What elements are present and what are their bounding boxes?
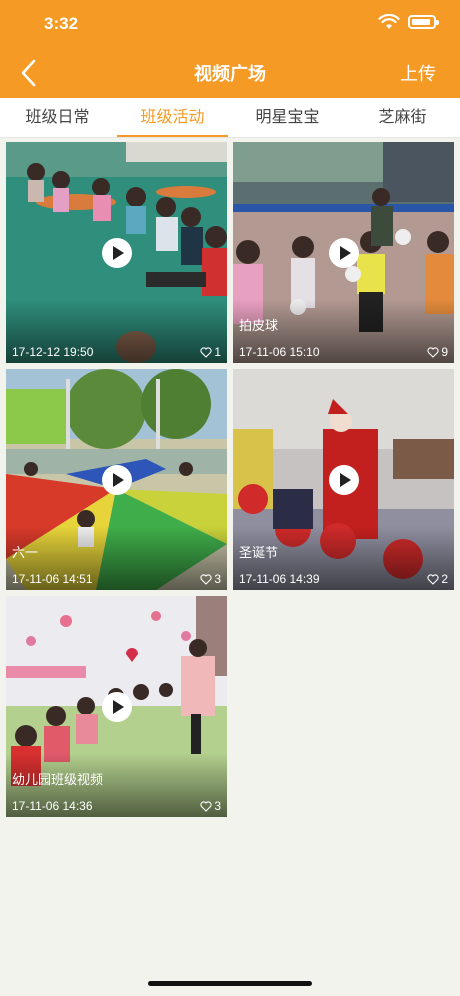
video-date: 17-11-06 14:51	[12, 572, 93, 586]
video-caption: 拍皮球	[239, 319, 279, 334]
video-date: 17-11-06 14:36	[12, 799, 93, 813]
play-icon	[101, 464, 132, 495]
battery-icon	[408, 15, 439, 29]
tab-star-baby[interactable]: 明星宝宝	[230, 98, 345, 137]
home-indicator[interactable]	[148, 981, 312, 986]
navigation-header: 3:32 视频广场 上传	[0, 0, 460, 98]
video-card[interactable]: 幼儿园班级视频 17-11-06 14:36 3	[6, 596, 227, 817]
video-card[interactable]: 六一 17-11-06 14:51 3	[6, 369, 227, 590]
play-icon	[101, 691, 132, 722]
like-count[interactable]: 9	[427, 345, 448, 359]
like-count[interactable]: 3	[200, 799, 221, 813]
tab-sesame-street[interactable]: 芝麻街	[345, 98, 460, 137]
heart-outline-icon	[427, 573, 439, 585]
heart-outline-icon	[200, 573, 212, 585]
video-card[interactable]: 17-12-12 19:50 1	[6, 142, 227, 363]
video-caption: 幼儿园班级视频	[12, 773, 104, 788]
like-count-value: 3	[214, 572, 221, 586]
like-count-value: 3	[214, 799, 221, 813]
video-card[interactable]: 拍皮球 17-11-06 15:10 9	[233, 142, 454, 363]
play-icon	[328, 464, 359, 495]
heart-outline-icon	[200, 346, 212, 358]
play-icon	[101, 237, 132, 268]
page-title: 视频广场	[194, 64, 266, 85]
like-count-value: 9	[441, 345, 448, 359]
video-date: 17-11-06 14:39	[239, 572, 320, 586]
status-time: 3:32	[44, 14, 79, 33]
tab-class-daily[interactable]: 班级日常	[0, 98, 115, 137]
wifi-icon	[378, 14, 400, 29]
video-date: 17-12-12 19:50	[12, 345, 94, 359]
video-caption: 六一	[12, 546, 39, 561]
upload-button[interactable]: 上传	[400, 60, 436, 86]
heart-outline-icon	[427, 346, 439, 358]
like-count[interactable]: 2	[427, 572, 448, 586]
like-count[interactable]: 3	[200, 572, 221, 586]
play-icon	[328, 237, 359, 268]
video-date: 17-11-06 15:10	[239, 345, 320, 359]
like-count-value: 2	[441, 572, 448, 586]
status-icons	[378, 14, 439, 30]
video-card[interactable]: 圣诞节 17-11-06 14:39 2	[233, 369, 454, 590]
like-count[interactable]: 1	[200, 345, 221, 359]
heart-outline-icon	[200, 800, 212, 812]
like-count-value: 1	[214, 345, 221, 359]
video-caption: 圣诞节	[239, 546, 279, 561]
tab-class-activities[interactable]: 班级活动	[115, 98, 230, 137]
category-tabs: 班级日常 班级活动 明星宝宝 芝麻街	[0, 98, 460, 138]
